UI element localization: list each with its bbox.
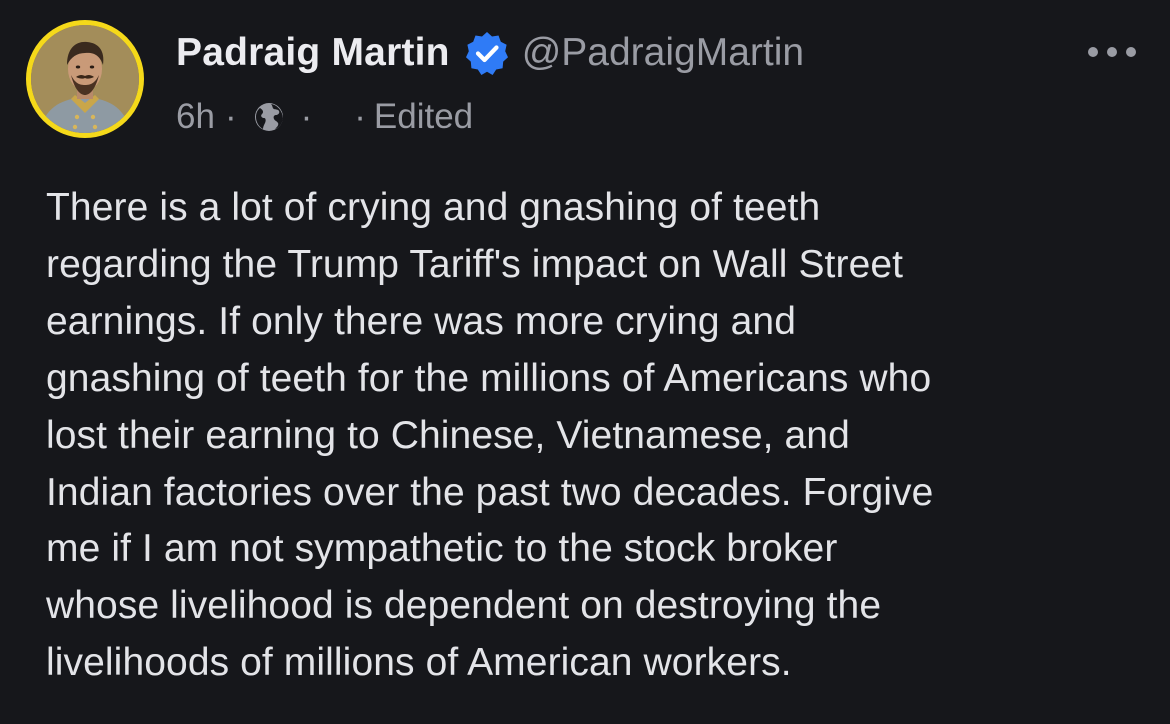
globe-icon (251, 99, 287, 135)
post-text-line: gnashing of teeth for the millions of Am… (46, 356, 932, 400)
post-text-line: livelihoods of millions of American work… (46, 641, 792, 685)
post-text-line: whose livelihood is dependent on destroy… (46, 584, 882, 628)
post-meta: 6h · · · Edited (176, 94, 473, 140)
more-options-icon[interactable] (1088, 42, 1136, 62)
post-text-line: earnings. If only there was more crying … (46, 299, 797, 343)
post-text-line: regarding the Trump Tariff's impact on W… (46, 242, 904, 286)
post-header: Padraig Martin @PadraigMartin (176, 28, 804, 78)
post-text-line: me if I am not sympathetic to the stock … (46, 527, 838, 571)
meta-separator: · (354, 97, 366, 136)
meta-separator: · (300, 97, 313, 136)
post-timestamp[interactable]: 6h (176, 97, 215, 137)
post-card: Padraig Martin @PadraigMartin 6h · · · E… (0, 0, 1170, 724)
meta-separator: · (224, 97, 237, 136)
author-handle[interactable]: @PadraigMartin (522, 31, 804, 75)
post-text-line: There is a lot of crying and gnashing of… (46, 186, 821, 229)
post-body: There is a lot of crying and gnashing of… (46, 180, 1136, 692)
post-text-line: lost their earning to Chinese, Vietnames… (46, 413, 850, 457)
portrait-avatar-image (31, 25, 139, 133)
verified-badge-icon (464, 30, 510, 76)
post-text-line: Indian factories over the past two decad… (46, 470, 934, 514)
edited-label[interactable]: Edited (374, 97, 473, 137)
author-display-name[interactable]: Padraig Martin (176, 31, 450, 75)
author-avatar[interactable] (26, 20, 144, 138)
